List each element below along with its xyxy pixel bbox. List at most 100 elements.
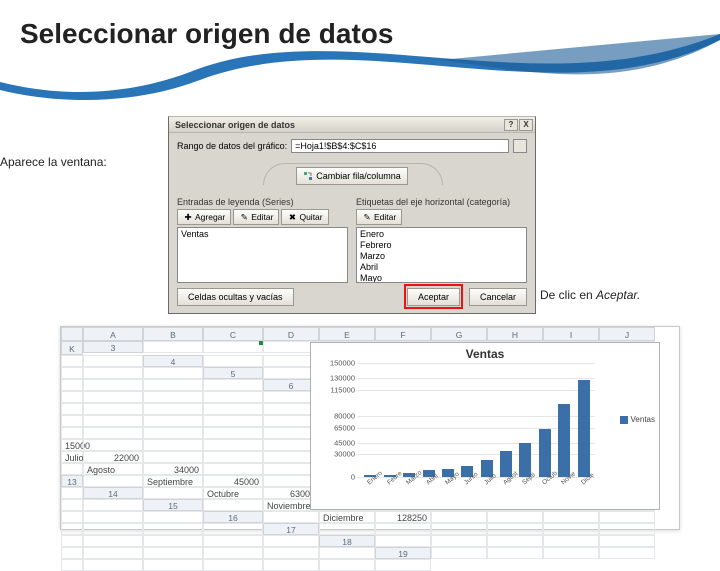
cell[interactable] [61, 379, 83, 391]
cell[interactable] [83, 475, 143, 487]
cell[interactable] [143, 487, 203, 499]
row-header[interactable]: 15 [143, 499, 203, 511]
row-header[interactable]: 19 [375, 547, 431, 559]
cell[interactable] [263, 535, 319, 547]
row-header[interactable]: 13 [61, 475, 83, 487]
column-header[interactable]: C [203, 327, 263, 341]
cell[interactable] [203, 403, 263, 415]
cell[interactable]: 128250 [375, 511, 431, 523]
column-header[interactable]: F [375, 327, 431, 341]
cell[interactable] [203, 355, 263, 367]
row-header[interactable]: 17 [263, 523, 319, 535]
cancel-button[interactable]: Cancelar [469, 288, 527, 306]
cell[interactable] [83, 415, 143, 427]
column-header[interactable]: A [83, 327, 143, 341]
cell[interactable] [431, 535, 487, 547]
cell[interactable]: Julio [61, 451, 83, 463]
embedded-chart[interactable]: Ventas 030000450006500080000115000130000… [310, 342, 660, 510]
cell[interactable] [543, 523, 599, 535]
cell[interactable] [203, 341, 263, 353]
cell[interactable] [143, 451, 203, 463]
row-header[interactable]: 5 [203, 367, 263, 379]
edit-categories-button[interactable]: ✎Editar [356, 209, 402, 225]
cell[interactable] [203, 415, 263, 427]
cell[interactable] [83, 427, 143, 439]
cell[interactable] [203, 523, 263, 535]
column-header[interactable]: B [143, 327, 203, 341]
cell[interactable] [599, 511, 655, 523]
cell[interactable] [543, 511, 599, 523]
switch-row-column-button[interactable]: Cambiar fila/columna [296, 167, 408, 185]
cell[interactable] [203, 535, 263, 547]
cell[interactable] [83, 511, 143, 523]
cell[interactable] [61, 523, 83, 535]
row-header[interactable]: 18 [319, 535, 375, 547]
list-item[interactable]: Ventas [181, 229, 344, 240]
cell[interactable] [375, 523, 431, 535]
cell[interactable] [203, 451, 263, 463]
help-button[interactable]: ? [504, 119, 518, 131]
chart-data-range-input[interactable]: =Hoja1!$B$4:$C$16 [291, 139, 509, 153]
cell[interactable] [203, 427, 263, 439]
cell[interactable] [61, 391, 83, 403]
cell[interactable] [61, 367, 83, 379]
cell[interactable] [431, 547, 487, 559]
column-header[interactable]: H [487, 327, 543, 341]
range-selector-button[interactable] [513, 139, 527, 153]
cell[interactable] [61, 355, 83, 367]
cell[interactable]: Agosto [83, 463, 143, 475]
cell[interactable]: 45000 [203, 475, 263, 487]
cell[interactable] [203, 391, 263, 403]
column-header[interactable]: J [599, 327, 655, 341]
cell[interactable] [83, 547, 143, 559]
cell[interactable] [203, 379, 263, 391]
cell[interactable] [543, 547, 599, 559]
cell[interactable] [83, 535, 143, 547]
cell[interactable] [375, 559, 431, 571]
cell[interactable] [319, 523, 375, 535]
column-header[interactable]: G [431, 327, 487, 341]
cell[interactable] [61, 403, 83, 415]
cell[interactable] [61, 463, 83, 475]
cell[interactable] [61, 547, 83, 559]
row-header[interactable]: 4 [143, 355, 203, 367]
cell[interactable]: 15000 [61, 439, 83, 451]
cell[interactable] [599, 547, 655, 559]
cell[interactable] [143, 341, 203, 353]
cell[interactable] [203, 439, 263, 451]
cell[interactable] [143, 367, 203, 379]
cell[interactable] [61, 535, 83, 547]
cell[interactable] [203, 499, 263, 511]
list-item[interactable]: Abril [360, 262, 523, 273]
cell[interactable] [263, 547, 319, 559]
cell[interactable] [143, 439, 203, 451]
column-header[interactable]: K [61, 341, 83, 355]
cell[interactable] [61, 415, 83, 427]
cell[interactable]: 34000 [143, 463, 203, 475]
cell[interactable] [61, 427, 83, 439]
cell[interactable] [83, 355, 143, 367]
hidden-cells-button[interactable]: Celdas ocultas y vacías [177, 288, 294, 306]
column-header[interactable]: I [543, 327, 599, 341]
cell[interactable] [83, 379, 143, 391]
cell[interactable] [263, 559, 319, 571]
cell[interactable] [543, 535, 599, 547]
cell[interactable] [143, 403, 203, 415]
cell[interactable] [83, 391, 143, 403]
cell[interactable] [61, 487, 83, 499]
cell[interactable] [143, 427, 203, 439]
categories-listbox[interactable]: Enero Febrero Marzo Abril Mayo [356, 227, 527, 283]
cell[interactable] [143, 535, 203, 547]
cell[interactable] [319, 559, 375, 571]
row-header[interactable]: 14 [83, 487, 143, 499]
column-header[interactable]: E [319, 327, 375, 341]
edit-series-button[interactable]: ✎Editar [233, 209, 279, 225]
cell[interactable] [431, 523, 487, 535]
remove-series-button[interactable]: ✖Quitar [281, 209, 328, 225]
cell[interactable] [203, 463, 263, 475]
cell[interactable] [263, 511, 319, 523]
cell[interactable] [83, 499, 143, 511]
cell[interactable] [143, 547, 203, 559]
list-item[interactable]: Febrero [360, 240, 523, 251]
column-header[interactable]: D [263, 327, 319, 341]
